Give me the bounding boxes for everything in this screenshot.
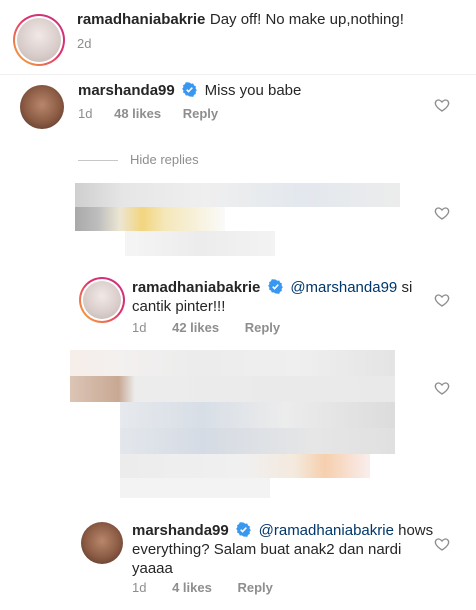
reply-text-line2: cantik pinter!!! [132, 298, 226, 315]
caption-text: Day off! No make up,nothing! [209, 11, 404, 28]
reply-text-line2: everything? Salam buat anak2 dan nardi [132, 541, 402, 558]
comment-meta: 1d 48 likes Reply [78, 106, 218, 121]
comment-time: 1d [78, 106, 93, 121]
verified-badge-icon [236, 522, 251, 537]
comment-avatar[interactable] [20, 85, 64, 129]
like-heart-icon[interactable] [434, 380, 450, 396]
reply-text-line1: hows [393, 522, 434, 539]
caption-avatar[interactable] [13, 14, 65, 66]
reply-meta: 1d 42 likes Reply [132, 320, 280, 335]
reply-reply-button[interactable]: Reply [237, 580, 272, 595]
reply-avatar[interactable] [79, 277, 125, 323]
comment-username[interactable]: marshanda99 [78, 82, 175, 99]
verified-badge-icon [182, 82, 197, 97]
reply-likes[interactable]: 4 likes [172, 580, 212, 595]
like-heart-icon[interactable] [434, 97, 450, 113]
reply-time: 1d [132, 580, 147, 595]
comment-likes[interactable]: 48 likes [114, 106, 161, 121]
verified-badge-icon [268, 279, 283, 294]
like-heart-icon[interactable] [434, 536, 450, 552]
pixelated-reply [70, 350, 395, 498]
caption-time: 2d [77, 36, 92, 51]
reply-username[interactable]: marshanda99 [132, 522, 229, 539]
comment-line: marshanda99 Miss you babe [78, 82, 301, 100]
caption-line: ramadhaniabakrie Day off! No make up,not… [77, 11, 404, 29]
reply-username[interactable]: ramadhaniabakrie [132, 279, 260, 296]
reply-meta: 1d 4 likes Reply [132, 580, 273, 595]
reply-line: marshanda99 @ramadhaniabakrie hows every… [132, 521, 433, 578]
reply-likes[interactable]: 42 likes [172, 320, 219, 335]
reply-line: ramadhaniabakrie @marshanda99 si cantik … [132, 278, 412, 316]
comment-reply-button[interactable]: Reply [183, 106, 218, 121]
pixelated-comment [75, 183, 400, 256]
reply-avatar[interactable] [81, 522, 123, 564]
reply-mention[interactable]: @ramadhaniabakrie [259, 522, 394, 539]
hide-replies-line [78, 160, 118, 161]
divider [0, 74, 476, 75]
hide-replies-button[interactable]: Hide replies [130, 152, 199, 167]
caption-username[interactable]: ramadhaniabakrie [77, 11, 205, 28]
like-heart-icon[interactable] [434, 292, 450, 308]
like-heart-icon[interactable] [434, 205, 450, 221]
reply-text-line1: si [397, 279, 413, 296]
reply-reply-button[interactable]: Reply [245, 320, 280, 335]
comment-text: Miss you babe [204, 82, 302, 99]
reply-time: 1d [132, 320, 147, 335]
reply-mention[interactable]: @marshanda99 [290, 279, 397, 296]
reply-text-line3: yaaaa [132, 560, 173, 577]
